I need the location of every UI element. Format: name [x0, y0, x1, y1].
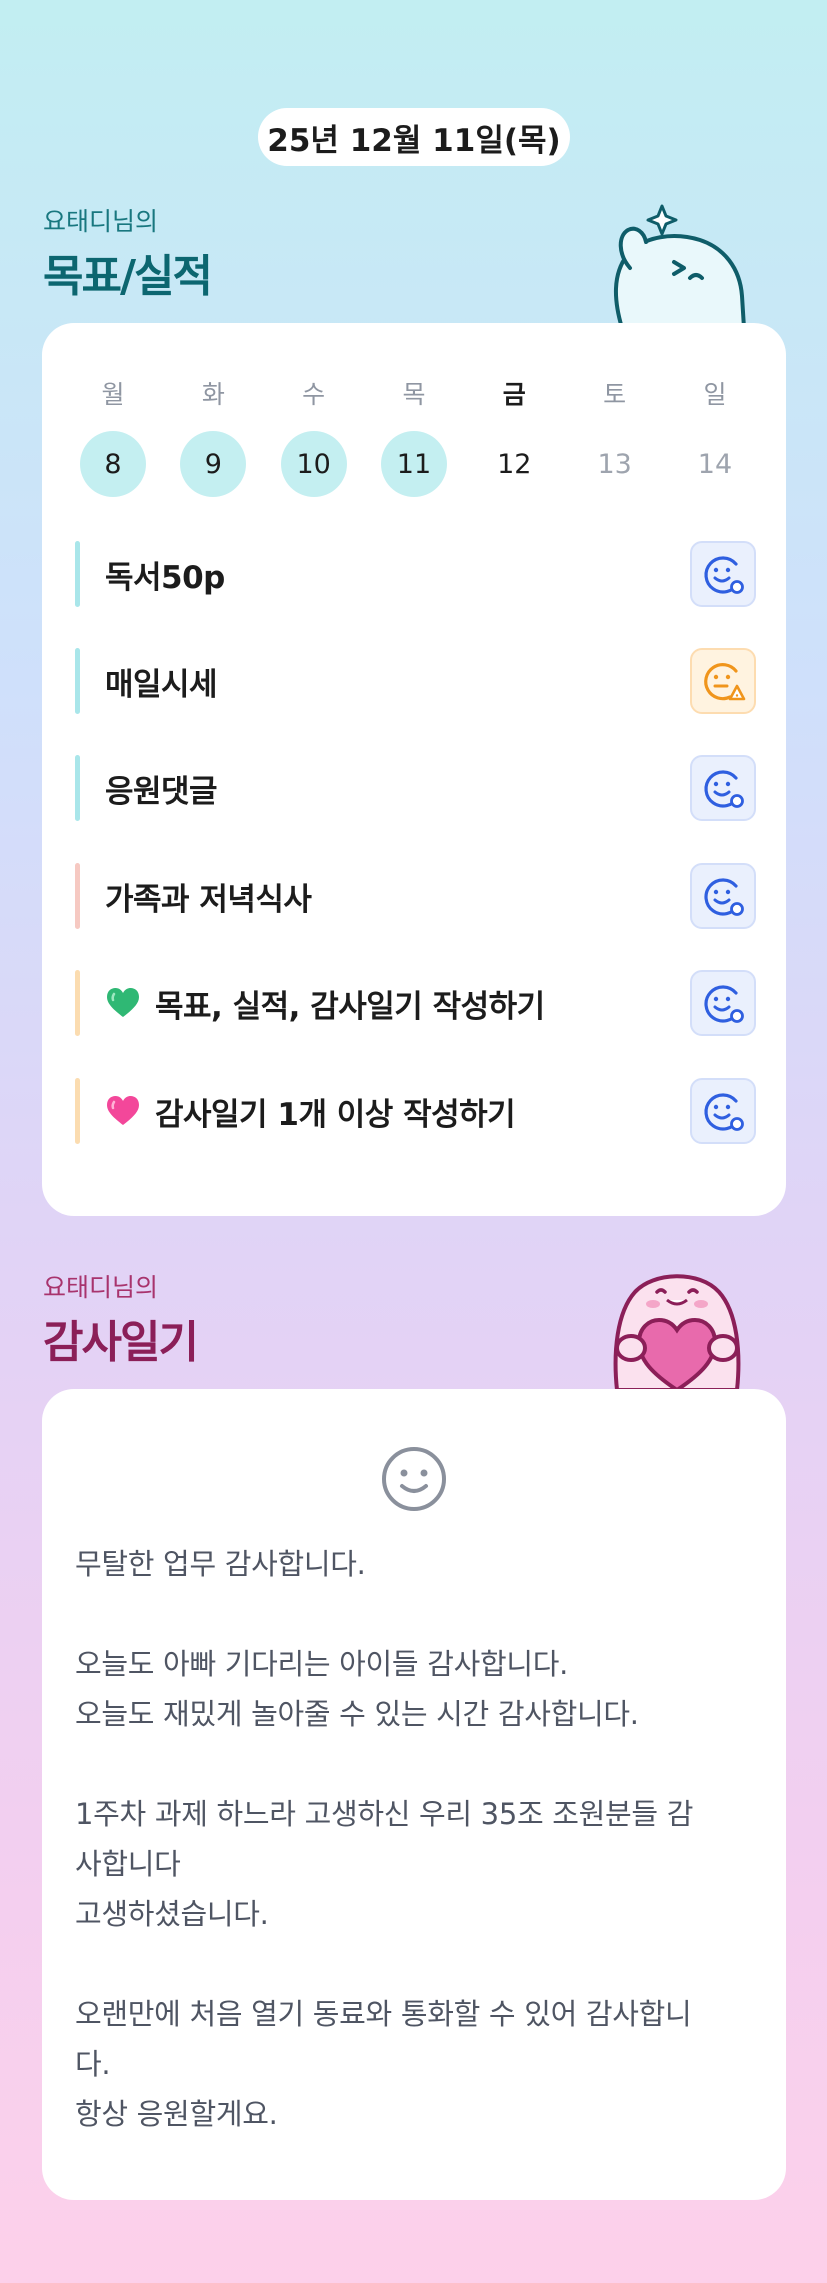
goal-text: 가족과 저녁식사 [105, 881, 312, 918]
goal-color-bar [75, 863, 80, 929]
day-button[interactable]: 10 [280, 431, 347, 497]
weekday-label: 목 [402, 380, 426, 409]
goal-text: 감사일기 1개 이상 작성하기 [155, 1096, 516, 1133]
blue-smile-icon [704, 556, 744, 594]
weekday-row: 월 화 수 목 금 토 일 [80, 375, 748, 411]
diary-section-subtitle: 요태디님의 [43, 1273, 159, 1302]
blue-smile-icon [704, 878, 744, 916]
goal-status-button[interactable] [690, 541, 756, 607]
weekday-label-today: 금 [502, 380, 526, 409]
goal-item[interactable]: 가족과 저녁식사 [75, 863, 756, 929]
goal-color-bar [75, 1078, 80, 1144]
weekday-label: 토 [603, 380, 627, 409]
orange-warning-icon [704, 663, 746, 701]
goals-card: 월 화 수 목 금 토 일 8 9 10 11 12 13 14 독서50p 매… [42, 323, 786, 1216]
goal-text: 매일시세 [105, 666, 218, 703]
diary-section-header: 요태디님의 감사일기 [43, 1268, 199, 1370]
heart-mascot-icon [613, 1274, 741, 1390]
goal-status-button[interactable] [690, 863, 756, 929]
day-button[interactable]: 13 [582, 431, 648, 497]
day-number-row: 8 9 10 11 12 13 14 [80, 431, 748, 497]
goal-item[interactable]: 매일시세 [75, 648, 756, 714]
day-button[interactable]: 14 [682, 431, 748, 497]
goal-item[interactable]: 응원댓글 [75, 755, 756, 821]
weekday-label: 월 [101, 380, 125, 409]
day-button[interactable]: 9 [180, 431, 247, 497]
goal-color-bar [75, 541, 80, 607]
goal-status-button[interactable] [690, 970, 756, 1036]
blue-smile-icon [704, 1093, 744, 1131]
diary-section-title: 감사일기 [43, 1317, 199, 1368]
goal-status-button[interactable] [690, 1078, 756, 1144]
goal-text: 독서50p [105, 559, 225, 596]
goal-status-button[interactable] [690, 648, 756, 714]
goals-section-title: 목표/실적 [43, 251, 213, 302]
goal-status-button[interactable] [690, 755, 756, 821]
day-button[interactable]: 8 [80, 431, 146, 497]
green-heart-icon [105, 985, 141, 1021]
weekday-label: 수 [302, 380, 326, 409]
diary-card: 무탈한 업무 감사합니다. 오늘도 아빠 기다리는 아이들 감사합니다. 오늘도… [42, 1389, 786, 2200]
smile-face-icon[interactable] [380, 1445, 448, 1513]
goal-item[interactable]: 독서50p [75, 541, 756, 607]
day-button[interactable]: 11 [380, 431, 447, 497]
goal-color-bar [75, 755, 80, 821]
goal-item[interactable]: 감사일기 1개 이상 작성하기 [75, 1078, 756, 1144]
weekday-label: 화 [201, 380, 225, 409]
weekday-label: 일 [703, 380, 727, 409]
goal-text: 목표, 실적, 감사일기 작성하기 [155, 988, 545, 1025]
goals-section-subtitle: 요태디님의 [43, 207, 159, 236]
goal-text: 응원댓글 [105, 773, 218, 810]
goal-color-bar [75, 648, 80, 714]
date-badge: 25년 12월 11일(목) [258, 108, 570, 166]
pink-heart-icon [105, 1093, 141, 1129]
goal-color-bar [75, 970, 80, 1036]
day-button-today[interactable]: 12 [481, 431, 547, 497]
blue-smile-icon [704, 770, 744, 808]
diary-content: 무탈한 업무 감사합니다. 오늘도 아빠 기다리는 아이들 감사합니다. 오늘도… [75, 1547, 694, 2131]
goal-item[interactable]: 목표, 실적, 감사일기 작성하기 [75, 970, 756, 1036]
blue-smile-icon [704, 985, 744, 1023]
goals-section-header: 요태디님의 목표/실적 [43, 202, 213, 304]
ghost-mascot-icon [613, 204, 747, 328]
